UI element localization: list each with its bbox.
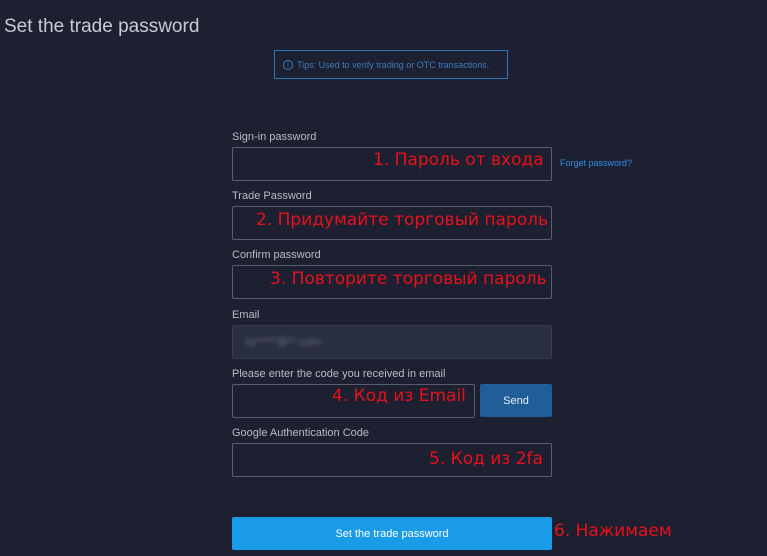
set-trade-password-button[interactable]: Set the trade password	[232, 517, 552, 550]
google-code-label: Google Authentication Code	[232, 427, 369, 439]
info-icon: i	[283, 59, 293, 70]
annotation-2: 2. Придумайте торговый пароль	[256, 210, 549, 230]
annotation-4: 4. Код из Email	[332, 386, 466, 406]
annotation-3: 3. Повторите торговый пароль	[270, 269, 547, 289]
annotation-6: 6. Нажимаем	[554, 521, 672, 541]
page-title: Set the trade password	[4, 16, 200, 37]
tips-text: Tips: Used to verify trading or OTC tran…	[297, 59, 490, 70]
email-label: Email	[232, 309, 260, 321]
annotation-1: 1. Пароль от входа	[373, 150, 544, 170]
confirm-password-label: Confirm password	[232, 249, 321, 261]
tips-box: i Tips: Used to verify trading or OTC tr…	[274, 50, 508, 79]
signin-password-label: Sign-in password	[232, 131, 317, 143]
trade-password-label: Trade Password	[232, 190, 312, 202]
annotation-5: 5. Код из 2fa	[429, 449, 543, 469]
forget-password-link[interactable]: Forget password?	[560, 158, 632, 168]
email-code-label: Please enter the code you received in em…	[232, 368, 446, 380]
send-code-button[interactable]: Send	[480, 384, 552, 417]
email-value: sy*****@**.com	[245, 336, 321, 348]
